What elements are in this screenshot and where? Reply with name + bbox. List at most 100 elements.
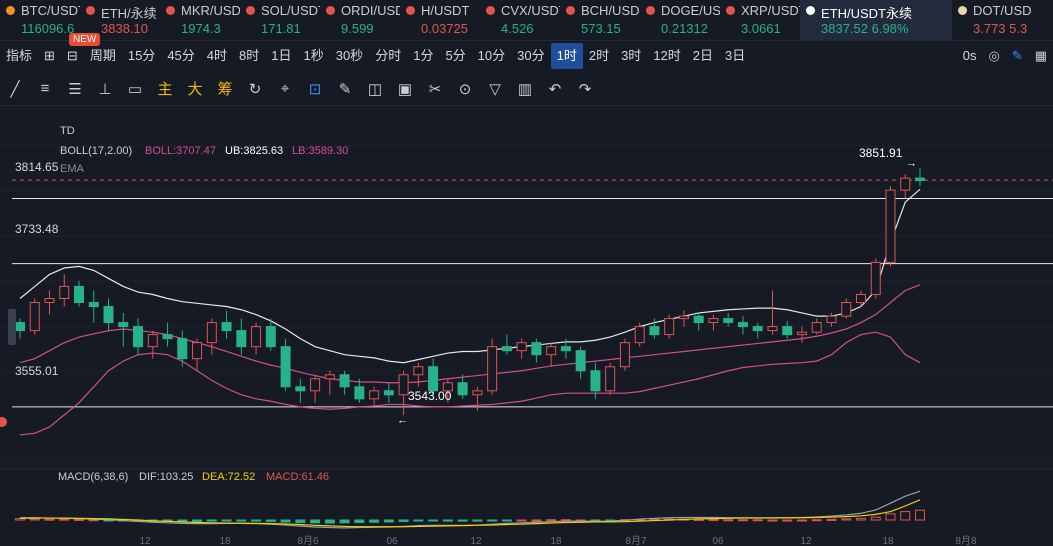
ticker-3[interactable]: SOL/USDT 171.81 [240,0,320,40]
candle-body [811,322,822,333]
ticker-price: 1974.3 [181,21,221,36]
period-7[interactable]: 8时 [233,43,265,69]
draw-tool-5[interactable]: 主 [150,76,180,102]
draw-tool-13[interactable]: ▣ [390,76,420,102]
high-arrow: → [906,158,917,170]
period-14[interactable]: 10分 [472,43,511,69]
draw-tool-19[interactable]: ↷ [570,76,600,102]
ticker-7[interactable]: BCH/USDT 573.15 [560,0,640,40]
ticker-8[interactable]: DOGE/USDT 0.21312 [640,0,720,40]
layout-icon[interactable]: ▦ [1029,43,1053,69]
candle-body [265,326,276,348]
camera-icon[interactable]: ◎ [982,43,1005,69]
macd-bar [310,519,321,524]
draw-tool-12[interactable]: ◫ [360,76,390,102]
period-5[interactable]: 45分 [161,43,200,69]
draw-tool-17[interactable]: ▥ [510,76,540,102]
macd-bar [796,519,807,522]
period-13[interactable]: 5分 [439,43,471,69]
macd-bar [413,519,424,522]
period-15[interactable]: 30分 [511,43,550,69]
candle-body [915,177,925,182]
ticker-name: ETH/永续 [101,6,157,21]
period-3[interactable]: 周期 [84,43,122,69]
macd-bar [723,519,734,522]
macd-bar [192,519,203,522]
candle-body [841,302,852,317]
period-18[interactable]: 3时 [615,43,647,69]
period-6[interactable]: 4时 [201,43,233,69]
period-2[interactable]: ⊟ [61,43,84,69]
draw-tool-2[interactable]: ☰ [60,76,90,102]
candle-body [855,293,866,304]
ticker-4[interactable]: ORDI/USDT 9.599 [320,0,400,40]
period-4[interactable]: 15分 [122,43,161,69]
macd-bar [221,519,232,522]
macd-bar [206,519,217,522]
macd-bar [900,511,911,521]
draw-tool-0[interactable]: ╱ [0,76,30,102]
ticker-9[interactable]: XRP/USDT 3.0661 [720,0,800,40]
candle-body [516,342,527,352]
draw-tool-1[interactable]: ≡ [30,76,60,102]
macd-bar [841,518,852,521]
draw-tool-15[interactable]: ⊙ [450,76,480,102]
candle-body [752,326,763,332]
ticker-0[interactable]: BTC/USDT 116096.6 [0,0,80,40]
ticker-2[interactable]: MKR/USDT 1974.3 [160,0,240,40]
draw-tool-10[interactable]: ⊡ [300,76,330,102]
dif-value: DIF:103.25 [139,471,194,483]
candle-body [487,346,498,392]
period-9[interactable]: 1秒 [297,43,329,69]
ticker-name: XRP/USDT [741,3,800,18]
draw-tool-14[interactable]: ✂ [420,76,450,102]
draw-tool-18[interactable]: ↶ [540,76,570,102]
ticker-10[interactable]: ETH/USDT永续 3837.52 6.98% [800,0,952,40]
draw-tool-3[interactable]: ⊥ [90,76,120,102]
draw-tool-8[interactable]: ↻ [240,76,270,102]
period-21[interactable]: 3日 [719,43,751,69]
macd-name: MACD(6,38,6) [58,471,129,483]
period-19[interactable]: 12时 [647,43,686,69]
period-16[interactable]: 1时 [550,43,583,69]
macd-bar [487,519,498,522]
period-0[interactable]: 指标 [0,43,38,69]
coin-icon [566,6,575,15]
coin-icon [806,6,815,15]
time-label: 18 [219,536,231,546]
macd-bar [177,519,188,522]
period-8[interactable]: 1日 [265,43,297,69]
draw-tool-4[interactable]: ▭ [120,76,150,102]
ticker-name: BTC/USDT [21,3,80,18]
draw-tool-7[interactable]: 筹 [210,76,240,102]
macd-bar [29,518,40,521]
draw-tool-11[interactable]: ✎ [330,76,360,102]
draw-tool-16[interactable]: ▽ [480,76,510,102]
ticker-name: MKR/USDT [181,3,240,18]
time-label: 8月6 [297,535,319,546]
price-line-label-1: 3814.65 [15,160,59,174]
macd-bar [501,519,512,522]
macd-bar [280,519,291,523]
candle-body [900,177,911,191]
zoom-label[interactable]: 0s [957,43,983,69]
draw-tool-9[interactable]: ⌖ [270,76,300,102]
ticker-5[interactable]: H/USDT 0.03725 [400,0,480,40]
coin-icon [246,6,255,15]
period-10[interactable]: 30秒 [330,43,369,69]
ticker-6[interactable]: CVX/USDT 4.526 [480,0,560,40]
candle-body [678,315,689,320]
period-17[interactable]: 2时 [583,43,615,69]
time-label: 8月7 [625,535,647,546]
period-12[interactable]: 1分 [407,43,439,69]
period-11[interactable]: 分时 [369,43,407,69]
draw-tool-6[interactable]: 大 [180,76,210,102]
dea-value: DEA:72.52 [202,471,256,483]
ticker-price: 4.526 [501,21,534,36]
candle-body [59,285,70,299]
edit-icon[interactable]: ✎ [1006,43,1029,69]
period-1[interactable]: ⊞ [38,43,61,69]
period-20[interactable]: 2日 [687,43,719,69]
ticker-11[interactable]: DOT/USDT 3.773 5.3 [952,0,1032,40]
candle-body [605,366,616,392]
